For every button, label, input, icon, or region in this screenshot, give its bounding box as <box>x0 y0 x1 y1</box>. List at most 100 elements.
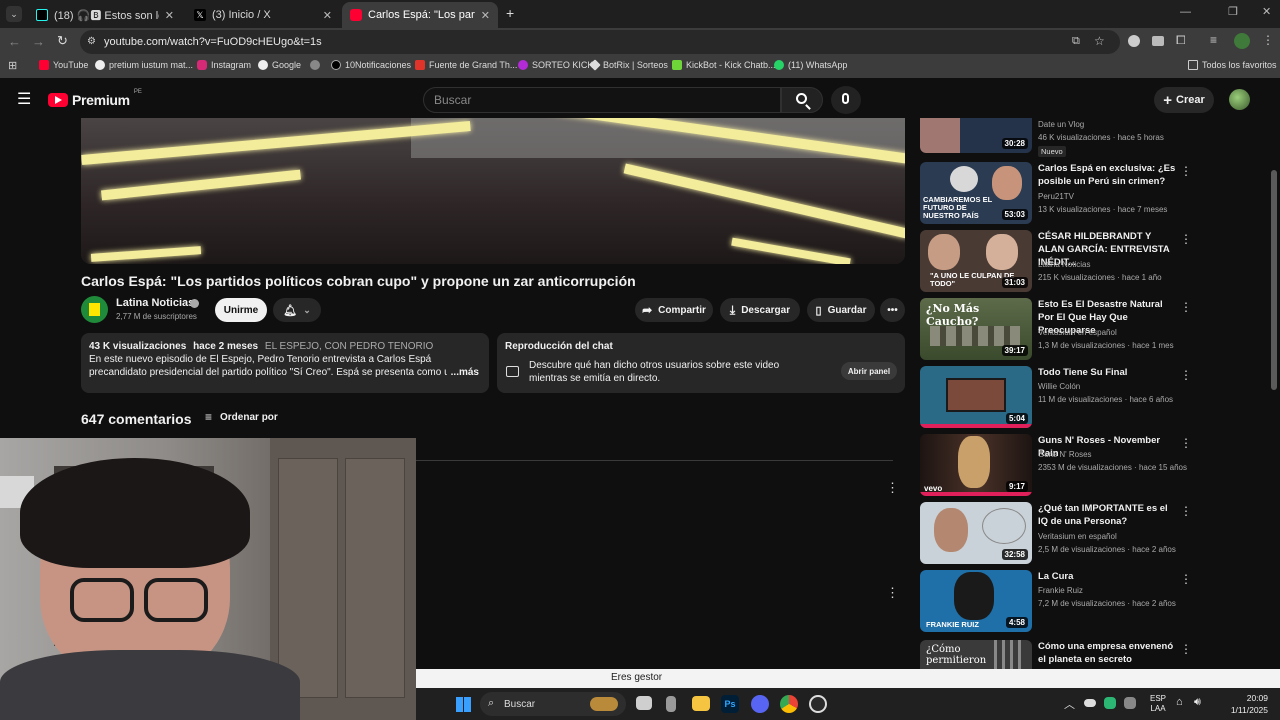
bookmark-instagram[interactable]: Instagram <box>197 60 251 70</box>
show-more-link[interactable]: ...más <box>446 366 479 379</box>
tray-app-icon[interactable] <box>1104 697 1116 709</box>
search-input[interactable]: Buscar <box>423 87 781 113</box>
share-button[interactable]: ➦ Compartir <box>635 298 713 322</box>
description-box[interactable]: 43 K visualizaciones hace 2 meses EL ESP… <box>81 333 489 393</box>
bookmark-botrix[interactable]: BotRix | Sorteos <box>589 59 668 71</box>
extension-icon[interactable] <box>1128 35 1140 47</box>
channel-avatar[interactable] <box>81 296 108 323</box>
profile-avatar[interactable] <box>1234 33 1250 49</box>
menu-icon[interactable]: ⋮ <box>1262 33 1274 47</box>
video-thumbnail[interactable]: FRANKIE RUIZ 4:58 <box>920 570 1032 632</box>
all-bookmarks[interactable]: Todos los favoritos <box>1188 60 1277 70</box>
tab-search-icon[interactable]: ⌄ <box>6 6 22 22</box>
comment-options-icon[interactable]: ⋮ <box>886 480 899 496</box>
video-thumbnail[interactable]: CAMBIAREMOS EL FUTURO DE NUESTRO PAÍS 53… <box>920 162 1032 224</box>
address-bar[interactable]: ⚙ youtube.com/watch?v=FuOD9cHEUgo&t=1s ⧉… <box>80 30 1120 54</box>
bookmark-sorteo-kick[interactable]: SORTEO KICK <box>518 60 593 70</box>
scrollbar[interactable] <box>1270 84 1278 688</box>
bookmark-youtube[interactable]: YouTube <box>39 60 88 70</box>
user-avatar[interactable] <box>1229 89 1250 110</box>
download-button[interactable]: ⤓ Descargar <box>720 298 800 322</box>
video-thumbnail[interactable]: 30:28 <box>920 118 1032 153</box>
recommendation-item[interactable]: 30:28 Date un Vlog 46 K visualizaciones … <box>920 118 1200 158</box>
install-icon[interactable]: ⧉ <box>1072 35 1080 48</box>
notifications-button[interactable]: 🔔︎ ⌄ <box>273 298 321 322</box>
video-thumbnail[interactable]: 32:58 <box>920 502 1032 564</box>
phone-link-icon[interactable] <box>666 696 676 712</box>
sort-comments-button[interactable]: ≡ Ordenar por <box>205 410 278 424</box>
channel-name[interactable]: Latina Noticias <box>116 297 194 309</box>
more-icon[interactable]: ⋮ <box>1180 642 1192 656</box>
more-icon[interactable]: ⋮ <box>1180 368 1192 382</box>
site-info-icon[interactable]: ⚙ <box>87 36 96 47</box>
discord-icon[interactable] <box>751 695 769 713</box>
onedrive-icon[interactable] <box>1084 699 1096 707</box>
more-actions-button[interactable]: ••• <box>880 298 905 322</box>
bookmark-google[interactable]: Google <box>258 60 301 70</box>
more-icon[interactable]: ⋮ <box>1180 436 1192 450</box>
close-icon[interactable]: ✕ <box>481 9 490 22</box>
scrollbar-thumb[interactable] <box>1271 170 1277 390</box>
hamburger-menu-icon[interactable]: ☰ <box>17 89 31 109</box>
bookmark-star-icon[interactable]: ☆ <box>1094 34 1105 48</box>
file-explorer-icon[interactable] <box>692 696 710 711</box>
bookmark-notificaciones[interactable]: 10Notificaciones <box>331 60 411 70</box>
search-button[interactable] <box>781 87 823 113</box>
photoshop-icon[interactable]: Ps <box>721 695 739 713</box>
tab-3[interactable]: Carlos Espá: "Los partidos políti… ✕ <box>342 2 498 28</box>
recommendation-item[interactable]: CAMBIAREMOS EL FUTURO DE NUESTRO PAÍS 53… <box>920 162 1200 226</box>
tray-app-icon[interactable] <box>1124 697 1136 709</box>
voice-search-button[interactable] <box>831 86 861 114</box>
recommendation-item[interactable]: vevo 9:17 Guns N' Roses - November Rain … <box>920 434 1200 498</box>
extension-icon[interactable] <box>1152 36 1164 46</box>
more-icon[interactable]: ⋮ <box>1180 300 1192 314</box>
recommendation-item[interactable]: FRANKIE RUIZ 4:58 La Cura Frankie Ruiz 7… <box>920 570 1200 634</box>
maximize-icon[interactable]: ❐ <box>1228 5 1238 18</box>
recommendation-item[interactable]: 5:04 Todo Tiene Su Final Willie Colón 11… <box>920 366 1200 430</box>
video-thumbnail[interactable]: ¿Cómo permitieron <box>920 640 1032 669</box>
forward-icon[interactable]: → <box>32 34 45 49</box>
language-indicator[interactable]: ESP LAA <box>1150 694 1166 714</box>
back-icon[interactable]: ← <box>8 34 21 49</box>
video-thumbnail[interactable]: vevo 9:17 <box>920 434 1032 496</box>
bookmark-whatsapp[interactable]: (11) WhatsApp <box>774 60 847 70</box>
more-icon[interactable]: ⋮ <box>1180 164 1192 178</box>
task-view-icon[interactable] <box>636 696 652 710</box>
tray-chevron-icon[interactable]: ︿ <box>1064 696 1075 712</box>
minimize-icon[interactable]: — <box>1180 6 1191 18</box>
network-icon[interactable]: ⌂ <box>1176 696 1183 708</box>
save-button[interactable]: ▯ Guardar <box>807 298 875 322</box>
close-icon[interactable]: ✕ <box>323 9 332 22</box>
more-icon[interactable]: ⋮ <box>1180 232 1192 246</box>
comment-options-icon[interactable]: ⋮ <box>886 585 899 601</box>
puzzle-icon[interactable]: ⧠ <box>1176 33 1186 48</box>
video-thumbnail[interactable]: ¿No Más Caucho? 39:17 <box>920 298 1032 360</box>
recommendation-item[interactable]: ¿Cómo permitieron Cómo una empresa enven… <box>920 640 1200 669</box>
more-icon[interactable]: ⋮ <box>1180 572 1192 586</box>
recommendation-item[interactable]: ¿No Más Caucho? 39:17 Esto Es El Desastr… <box>920 298 1200 362</box>
join-button[interactable]: Unirme <box>215 298 267 322</box>
youtube-logo[interactable]: Premium PE <box>48 89 142 108</box>
more-icon[interactable]: ⋮ <box>1180 504 1192 518</box>
close-icon[interactable]: ✕ <box>165 9 174 22</box>
tab-2[interactable]: 𝕏 (3) Inicio / X ✕ <box>186 2 340 28</box>
bookmark-pretium[interactable]: pretium iustum mat... <box>95 60 193 70</box>
volume-icon[interactable]: 🔊︎ <box>1194 696 1201 709</box>
tab-1[interactable]: (18) 🎧🅱 Estos son los stream… ✕ <box>28 2 182 28</box>
reload-icon[interactable]: ↻ <box>57 33 68 49</box>
recommendation-item[interactable]: 32:58 ¿Qué tan IMPORTANTE es el IQ de un… <box>920 502 1200 566</box>
reading-list-icon[interactable]: ≡ <box>1210 33 1217 47</box>
obs-icon[interactable] <box>809 695 827 713</box>
clock[interactable]: 20:09 1/11/2025 <box>1218 692 1268 716</box>
new-tab-button[interactable]: + <box>506 5 514 21</box>
bookmark-kickbot[interactable]: KickBot - Kick Chatb... <box>672 60 776 70</box>
chrome-icon[interactable] <box>780 695 798 713</box>
taskbar-search[interactable]: ⌕ Buscar <box>480 692 626 716</box>
open-panel-button[interactable]: Abrir panel <box>841 362 897 380</box>
windows-start-icon[interactable] <box>456 697 471 712</box>
bookmark-globe[interactable] <box>310 60 320 70</box>
bookmark-grand-theft[interactable]: Fuente de Grand Th... <box>415 60 517 70</box>
apps-icon[interactable]: ⊞ <box>8 59 17 72</box>
video-thumbnail[interactable]: 5:04 <box>920 366 1032 428</box>
video-thumbnail[interactable]: "A UNO LE CULPAN DE TODO" 31:03 <box>920 230 1032 292</box>
